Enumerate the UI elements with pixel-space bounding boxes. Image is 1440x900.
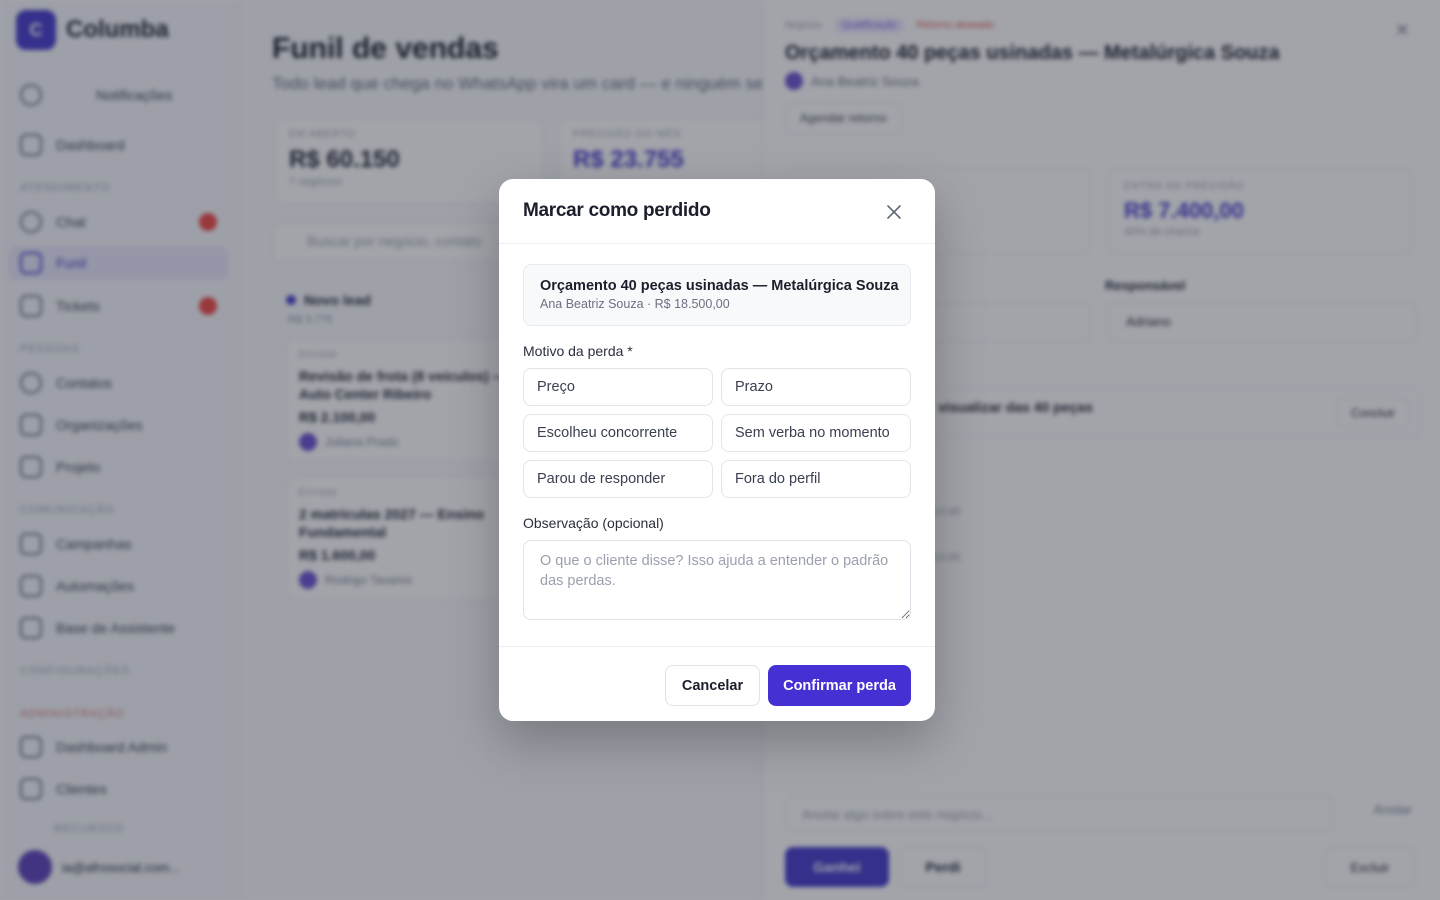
- dialog-title: Marcar como perdido: [523, 200, 711, 221]
- loss-reason-label: Motivo da perda *: [523, 343, 633, 359]
- close-icon[interactable]: [883, 201, 905, 223]
- notes-label: Observação (opcional): [523, 515, 664, 531]
- loss-reason-options: Preço Prazo Escolheu concorrente Sem ver…: [523, 368, 911, 498]
- reason-option-fora-perfil[interactable]: Fora do perfil: [721, 460, 911, 498]
- close-glyph: [887, 205, 901, 219]
- reason-option-preco[interactable]: Preço: [523, 368, 713, 406]
- deal-summary-title: Orçamento 40 peças usinadas — Metalúrgic…: [540, 278, 899, 294]
- deal-summary-meta: Ana Beatriz Souza · R$ 18.500,00: [540, 297, 730, 311]
- dialog-header: Marcar como perdido: [499, 179, 935, 244]
- mark-lost-dialog: Marcar como perdido Orçamento 40 peças u…: [499, 179, 935, 721]
- cancel-button[interactable]: Cancelar: [665, 665, 760, 706]
- reason-option-prazo[interactable]: Prazo: [721, 368, 911, 406]
- dialog-footer: Cancelar Confirmar perda: [499, 646, 935, 721]
- notes-textarea[interactable]: [523, 540, 911, 620]
- reason-option-sem-verba[interactable]: Sem verba no momento: [721, 414, 911, 452]
- confirm-loss-button[interactable]: Confirmar perda: [768, 665, 911, 706]
- deal-summary: Orçamento 40 peças usinadas — Metalúrgic…: [523, 264, 911, 326]
- reason-option-parou-responder[interactable]: Parou de responder: [523, 460, 713, 498]
- reason-option-concorrente[interactable]: Escolheu concorrente: [523, 414, 713, 452]
